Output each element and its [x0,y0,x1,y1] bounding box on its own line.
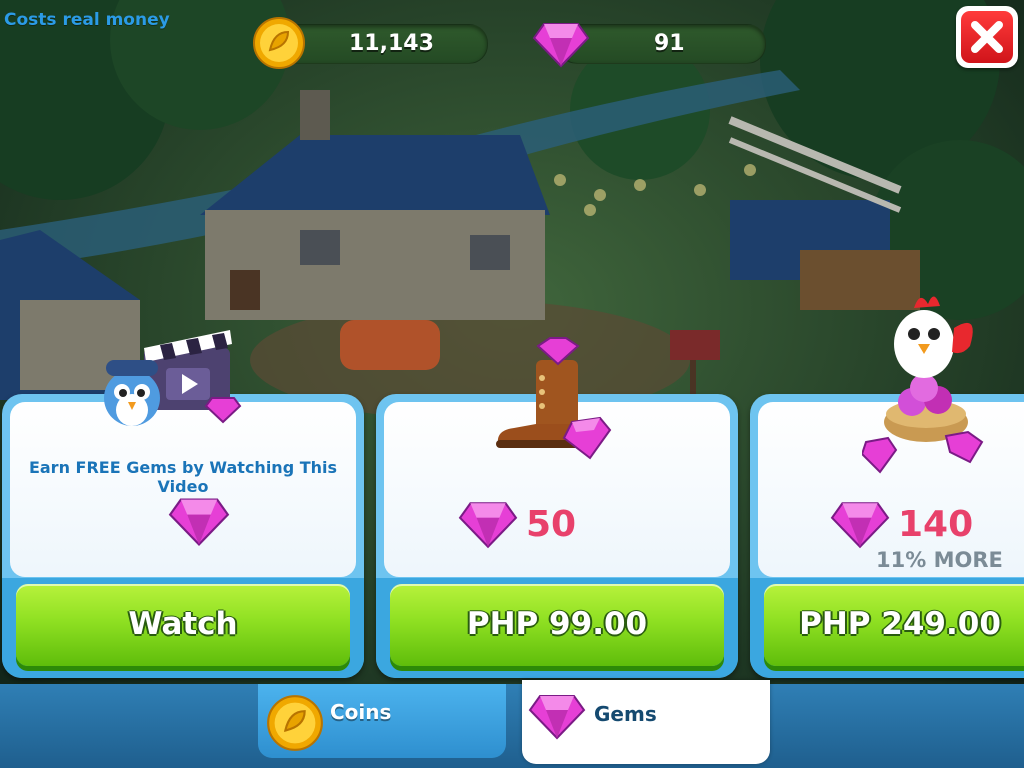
gem-icon [532,23,590,68]
watch-button[interactable]: Watch [16,584,350,666]
tab-gems[interactable]: Gems [522,680,770,764]
tab-coins[interactable]: Coins [258,684,506,758]
coins-value: 11,143 [349,31,434,56]
tab-coins-label[interactable]: Coins [330,700,391,724]
tab-gems-label[interactable]: Gems [594,702,657,726]
boot-gem-icon [496,337,612,460]
close-x-icon[interactable] [966,16,1008,58]
chicken-gem-nest-icon [862,296,984,474]
coins-counter: 11,143 [278,24,488,64]
costs-real-money-label: Costs real money [4,10,170,30]
gem-amount: 140 [898,504,974,545]
gem-amount: 50 [526,504,577,545]
gems-value: 91 [654,31,685,56]
buy-50-gems-button[interactable]: PHP 99.00 [390,584,724,666]
gem-icon [830,502,890,549]
coin-icon[interactable] [266,694,324,752]
bird-clapperboard-icon [104,330,242,426]
shop-tab-bar [0,684,1024,768]
buy-140-gems-button[interactable]: PHP 249.00 [764,584,1024,666]
bonus-percent-label: 11% MORE [876,548,1003,572]
earn-free-gems-text: Earn FREE Gems by Watching This Video [28,458,338,496]
gem-icon [458,502,518,549]
gem-icon[interactable] [528,692,586,740]
gem-icon [168,498,230,547]
close-button[interactable] [956,6,1018,68]
coin-icon [253,17,305,69]
